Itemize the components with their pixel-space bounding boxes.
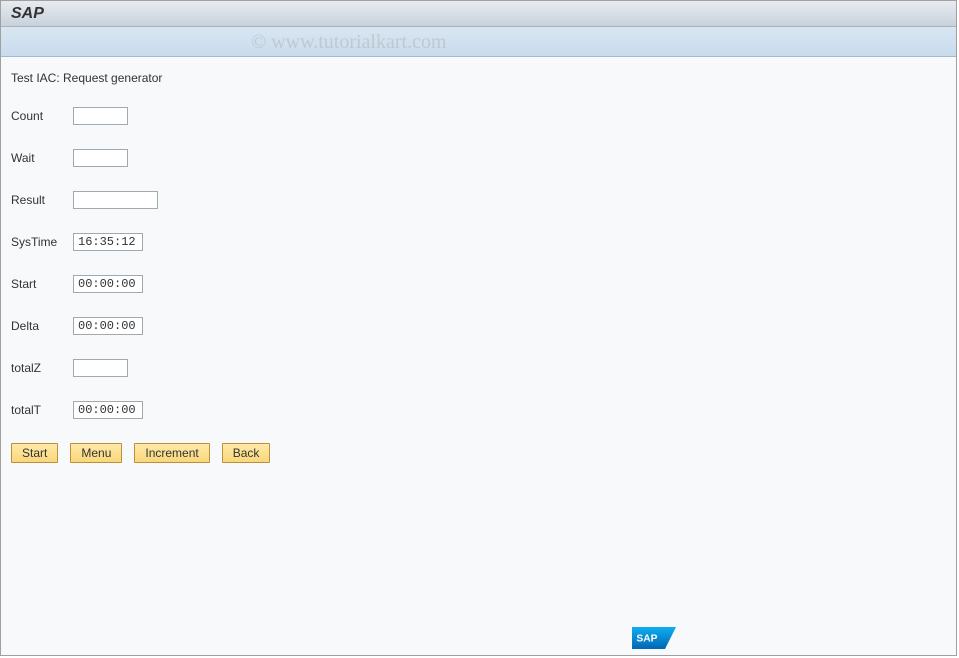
totalz-input[interactable] bbox=[73, 359, 128, 377]
field-row-totalz: totalZ bbox=[11, 359, 946, 377]
count-input[interactable] bbox=[73, 107, 128, 125]
sap-window: SAP © www.tutorialkart.com Test IAC: Req… bbox=[0, 0, 957, 656]
increment-button[interactable]: Increment bbox=[134, 443, 209, 463]
sap-logo: SAP bbox=[632, 627, 676, 649]
back-button[interactable]: Back bbox=[222, 443, 271, 463]
totalz-label: totalZ bbox=[11, 361, 73, 375]
sap-logo-icon: SAP bbox=[632, 627, 676, 649]
totalt-label: totalT bbox=[11, 403, 73, 417]
watermark-text: © www.tutorialkart.com bbox=[251, 31, 447, 54]
button-row: Start Menu Increment Back bbox=[11, 443, 946, 463]
page-title: Test IAC: Request generator bbox=[11, 71, 946, 85]
toolbar-area: © www.tutorialkart.com bbox=[1, 27, 956, 57]
systime-label: SysTime bbox=[11, 235, 73, 249]
start-input[interactable] bbox=[73, 275, 143, 293]
systime-input[interactable] bbox=[73, 233, 143, 251]
wait-label: Wait bbox=[11, 151, 73, 165]
field-row-wait: Wait bbox=[11, 149, 946, 167]
result-input[interactable] bbox=[73, 191, 158, 209]
start-button[interactable]: Start bbox=[11, 443, 58, 463]
delta-label: Delta bbox=[11, 319, 73, 333]
window-title: SAP bbox=[11, 5, 44, 23]
count-label: Count bbox=[11, 109, 73, 123]
result-label: Result bbox=[11, 193, 73, 207]
menu-button[interactable]: Menu bbox=[70, 443, 122, 463]
field-row-count: Count bbox=[11, 107, 946, 125]
start-label: Start bbox=[11, 277, 73, 291]
titlebar: SAP bbox=[1, 1, 956, 27]
totalt-input[interactable] bbox=[73, 401, 143, 419]
wait-input[interactable] bbox=[73, 149, 128, 167]
field-row-delta: Delta bbox=[11, 317, 946, 335]
content-area: Test IAC: Request generator Count Wait R… bbox=[1, 57, 956, 473]
field-row-result: Result bbox=[11, 191, 946, 209]
field-row-systime: SysTime bbox=[11, 233, 946, 251]
field-row-start: Start bbox=[11, 275, 946, 293]
delta-input[interactable] bbox=[73, 317, 143, 335]
field-row-totalt: totalT bbox=[11, 401, 946, 419]
svg-text:SAP: SAP bbox=[636, 634, 657, 645]
